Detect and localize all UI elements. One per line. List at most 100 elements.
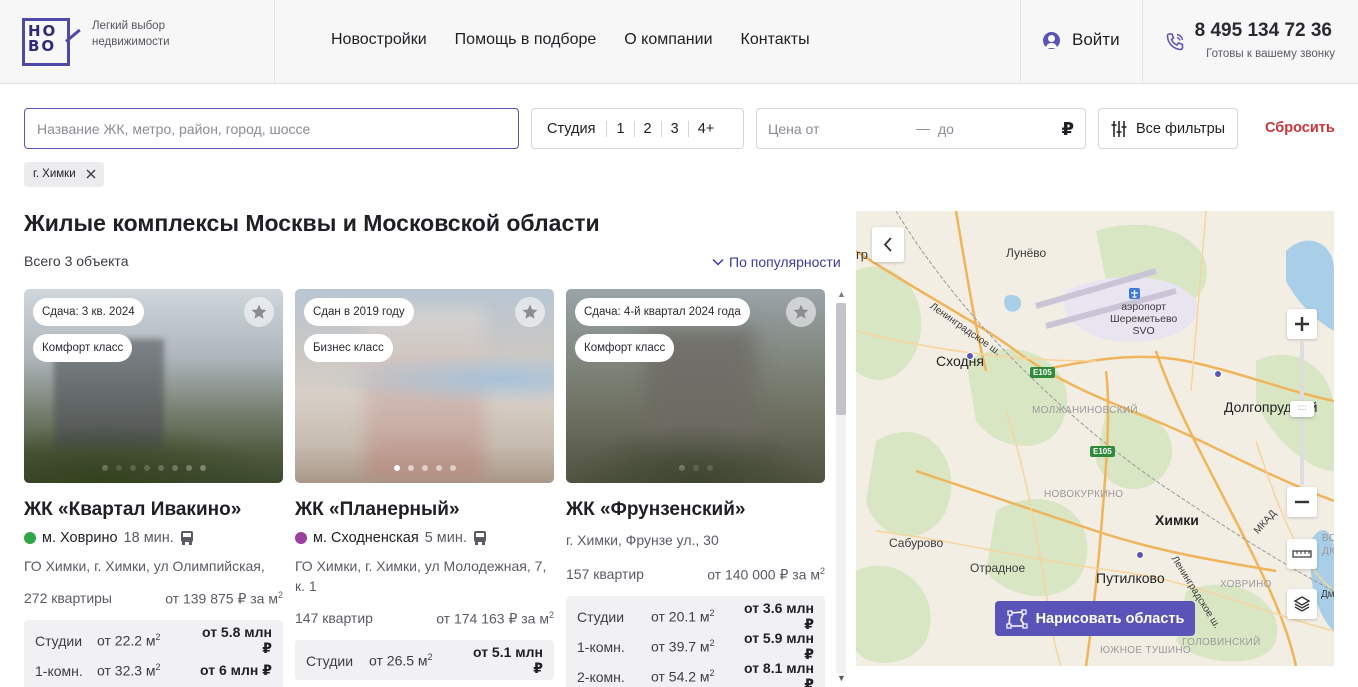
pagination-dot[interactable]	[407, 465, 414, 471]
star-icon	[793, 304, 809, 319]
map-collapse-button[interactable]	[872, 227, 904, 262]
minus-icon	[1295, 500, 1309, 504]
pagination-dot[interactable]	[678, 465, 685, 471]
zoom-out-button[interactable]	[1287, 487, 1317, 517]
bus-icon	[180, 531, 193, 545]
ruler-icon	[1292, 550, 1312, 558]
list-scrollbar[interactable]: ▲ ▼	[834, 289, 846, 687]
flat-area: от 32.3 м	[97, 662, 156, 679]
zoom-slider-handle[interactable]: ::::	[1290, 401, 1314, 417]
complex-name[interactable]: ЖК «Планерный»	[295, 499, 554, 521]
complex-card[interactable]: Сдан в 2019 году Бизнес класс ЖК «Планер…	[295, 289, 554, 680]
flat-type-row[interactable]: Студии от 20.1 м2 от 3.6 млн ₽	[577, 600, 814, 633]
flat-price: от 8.1 млн ₽	[743, 660, 814, 687]
header-divider	[274, 0, 275, 84]
map-point[interactable]	[1136, 551, 1144, 559]
star-icon	[522, 304, 538, 319]
nav-item-selection-help[interactable]: Помощь в подборе	[455, 31, 597, 49]
pagination-dot[interactable]	[129, 465, 136, 471]
complex-name[interactable]: ЖК «Квартал Ивакино»	[24, 499, 283, 521]
draw-area-button[interactable]: Нарисовать область	[995, 601, 1195, 636]
pagination-dot[interactable]	[143, 465, 150, 471]
nav-item-contacts[interactable]: Контакты	[741, 31, 810, 49]
complex-card[interactable]: Сдача: 4-й квартал 2024 года Комфорт кла…	[566, 289, 825, 687]
map-label-khimki: Химки	[1155, 512, 1199, 528]
flat-type-row[interactable]: Студии от 22.2 м2 от 5.8 млн ₽	[35, 624, 272, 657]
all-filters-button[interactable]: Все фильтры	[1098, 108, 1238, 149]
scroll-thumb[interactable]	[836, 303, 846, 415]
pagination-dot[interactable]	[185, 465, 192, 471]
pagination-dot[interactable]	[706, 465, 713, 471]
phone-number[interactable]: 8 495 134 72 36	[1195, 20, 1332, 42]
room-option-3[interactable]: 3	[662, 120, 689, 137]
class-badge: Бизнес класс	[304, 334, 393, 362]
complex-photo[interactable]: Сдан в 2019 году Бизнес класс	[295, 289, 554, 483]
room-option-1[interactable]: 1	[607, 120, 635, 137]
scroll-up-arrow[interactable]: ▲	[837, 289, 846, 299]
pagination-dot[interactable]	[115, 465, 122, 471]
flat-type-row[interactable]: Студии от 26.5 м2 от 5.1 млн ₽	[306, 644, 543, 676]
map-label-putilkovo: Путилково	[1096, 570, 1165, 586]
zoom-in-button[interactable]	[1287, 309, 1317, 339]
map-label-lunevo: Лунёво	[1006, 246, 1047, 260]
favorite-button[interactable]	[515, 297, 545, 327]
favorite-button[interactable]	[786, 297, 816, 327]
logo[interactable]: HO BO	[22, 18, 82, 66]
sup: 2	[709, 668, 715, 679]
flat-price: от 3.6 млн ₽	[743, 600, 814, 633]
complex-photo[interactable]: Сдача: 3 кв. 2024 Комфорт класс	[24, 289, 283, 483]
flat-type-row[interactable]: 1-комн. от 39.7 м2 от 5.9 млн ₽	[577, 630, 814, 662]
pagination-dot[interactable]	[393, 465, 400, 471]
chevron-left-icon	[883, 237, 892, 252]
site-header: HO BO Легкий выбор недвижимости Новострой…	[0, 0, 1358, 84]
room-option-2[interactable]: 2	[635, 120, 662, 137]
map-point[interactable]	[1214, 370, 1222, 378]
flat-price: от 5.8 млн ₽	[201, 624, 272, 657]
price-to-field[interactable]: до	[938, 121, 954, 137]
sort-label: По популярности	[729, 254, 841, 270]
pagination-dot[interactable]	[101, 465, 108, 471]
favorite-button[interactable]	[244, 297, 274, 327]
complex-card[interactable]: Сдача: 3 кв. 2024 Комфорт класс ЖК «Квар…	[24, 289, 283, 687]
map-label-khovrino: ХОВРИНО	[1220, 579, 1272, 590]
flat-area: от 22.2 м	[97, 632, 156, 649]
pagination-dot[interactable]	[449, 465, 456, 471]
ruler-button[interactable]	[1287, 539, 1317, 569]
nav-item-new-buildings[interactable]: Новостройки	[331, 31, 427, 49]
pagination-dot[interactable]	[199, 465, 206, 471]
pagination-dot[interactable]	[171, 465, 178, 471]
price-per-m2-value: от 174 163 ₽ за м	[436, 610, 549, 627]
metro-time: 18 мин.	[123, 530, 174, 546]
pagination-dot[interactable]	[435, 465, 442, 471]
pagination-dot[interactable]	[157, 465, 164, 471]
metro-line-dot	[24, 532, 36, 544]
photo-pagination	[295, 465, 554, 471]
complex-name[interactable]: ЖК «Фрунзенский»	[566, 499, 825, 521]
scroll-down-arrow[interactable]: ▼	[837, 673, 846, 683]
class-badge: Комфорт класс	[33, 334, 133, 362]
reset-button[interactable]: Сбросить	[1265, 120, 1335, 136]
map-label-edge: гр	[856, 247, 868, 262]
flat-type: Студии	[306, 652, 354, 669]
map[interactable]: Лунёво аэропорт Шереметьево SVO Ленингра…	[856, 211, 1334, 666]
room-option-4plus[interactable]: 4+	[689, 121, 724, 137]
flat-type: Студии	[577, 608, 625, 625]
flat-area: от 26.5 м	[369, 652, 428, 669]
room-option-studio[interactable]: Студия	[532, 120, 608, 137]
close-icon[interactable]	[85, 168, 97, 180]
polygon-draw-icon	[1005, 608, 1028, 629]
login-button[interactable]: Войти	[1043, 30, 1120, 50]
star-icon	[251, 304, 267, 319]
layers-button[interactable]	[1287, 589, 1317, 619]
nav-item-about[interactable]: О компании	[624, 31, 712, 49]
search-input[interactable]	[24, 108, 519, 149]
pagination-dot[interactable]	[421, 465, 428, 471]
map-point[interactable]	[966, 352, 974, 360]
sort-dropdown[interactable]: По популярности	[712, 254, 841, 270]
flats-count: 147 квартир	[295, 610, 373, 626]
pagination-dot[interactable]	[692, 465, 699, 471]
flat-type-row[interactable]: 1-комн. от 32.3 м2 от 6 млн ₽	[35, 656, 272, 686]
flat-type-row[interactable]: 2-комн. от 54.2 м2 от 8.1 млн ₽	[577, 660, 814, 687]
complex-photo[interactable]: Сдача: 4-й квартал 2024 года Комфорт кла…	[566, 289, 825, 483]
price-from-field[interactable]: Цена от	[768, 121, 819, 137]
